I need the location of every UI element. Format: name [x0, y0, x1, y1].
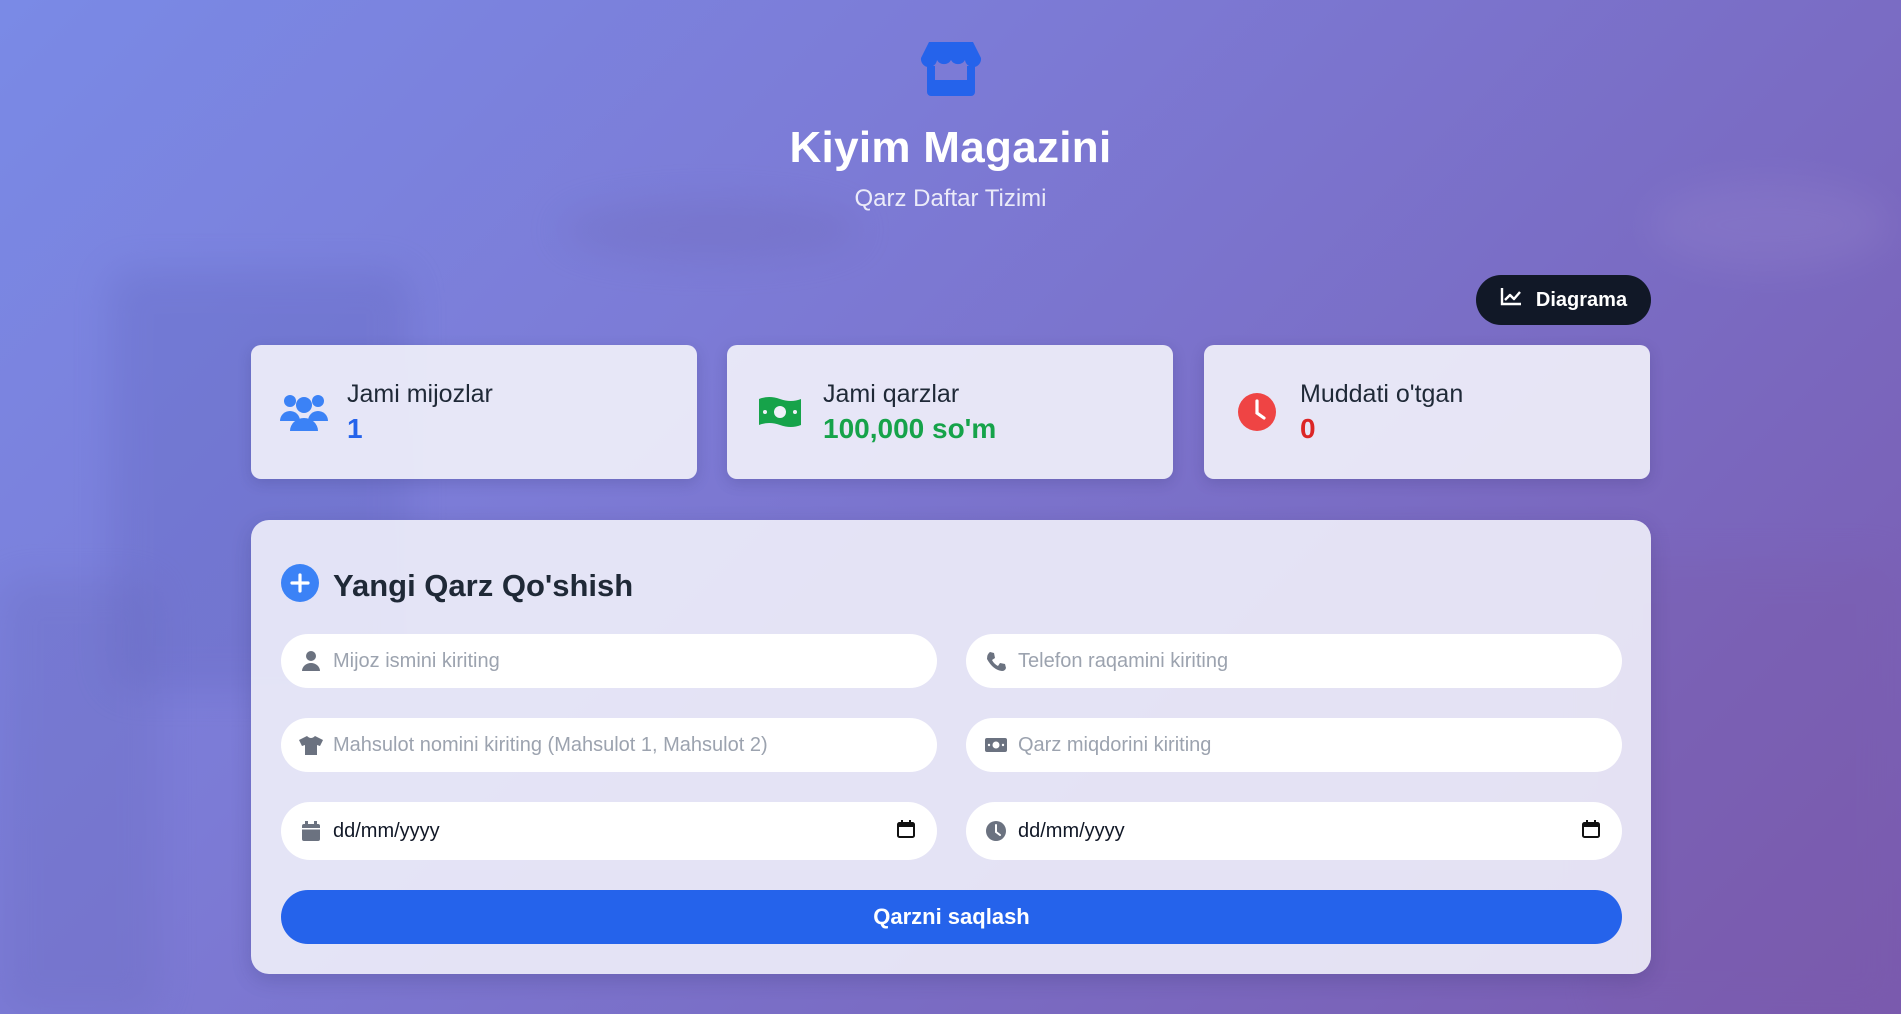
store-icon	[919, 36, 983, 100]
background-shape	[0, 580, 160, 1014]
date-value: dd/mm/yyyy	[333, 819, 440, 842]
page-header: Kiyim Magazini Qarz Daftar Tizimi	[0, 36, 1901, 213]
shirt-icon	[299, 735, 323, 755]
amount-input[interactable]: Qarz miqdorini kiriting	[966, 718, 1622, 772]
add-debt-form: Yangi Qarz Qo'shish Mijoz ismini kiritin…	[251, 520, 1651, 974]
stat-card-overdue: Muddati o'tgan 0	[1204, 345, 1650, 479]
product-input[interactable]: Mahsulot nomini kiriting (Mahsulot 1, Ma…	[281, 718, 937, 772]
phone-placeholder: Telefon raqamini kiriting	[1018, 649, 1229, 672]
diagram-button-label: Diagrama	[1535, 288, 1628, 311]
clock-icon	[1232, 392, 1282, 432]
date-input[interactable]: dd/mm/yyyy	[281, 802, 937, 860]
money-bill-icon	[755, 395, 805, 429]
stat-card-customers: Jami mijozlar 1	[251, 345, 697, 479]
stat-value: 100,000 so'm	[823, 412, 997, 444]
plus-circle-icon	[281, 564, 319, 607]
calendar-icon	[299, 821, 323, 841]
form-title: Yangi Qarz Qo'shish	[281, 564, 633, 607]
chart-line-icon	[1500, 287, 1522, 313]
calendar-picker-icon[interactable]	[897, 819, 915, 843]
stat-card-debts: Jami qarzlar 100,000 so'm	[727, 345, 1173, 479]
due-date-input[interactable]: dd/mm/yyyy	[966, 802, 1622, 860]
page-subtitle: Qarz Daftar Tizimi	[854, 185, 1047, 212]
form-title-text: Yangi Qarz Qo'shish	[333, 567, 634, 603]
diagram-button[interactable]: Diagrama	[1476, 275, 1651, 325]
stat-value: 0	[1300, 412, 1316, 444]
amount-placeholder: Qarz miqdorini kiriting	[1018, 733, 1212, 756]
user-icon	[299, 651, 323, 671]
customer-name-placeholder: Mijoz ismini kiriting	[333, 649, 500, 672]
product-placeholder: Mahsulot nomini kiriting (Mahsulot 1, Ma…	[333, 733, 768, 756]
stat-label: Muddati o'tgan	[1300, 379, 1464, 408]
page-title: Kiyim Magazini	[789, 123, 1112, 172]
stat-label: Jami mijozlar	[347, 379, 493, 408]
stat-label: Jami qarzlar	[823, 379, 960, 408]
stat-value: 1	[347, 412, 363, 444]
users-icon	[279, 391, 329, 433]
due-date-value: dd/mm/yyyy	[1018, 819, 1125, 842]
customer-name-input[interactable]: Mijoz ismini kiriting	[281, 634, 937, 688]
save-debt-button[interactable]: Qarzni saqlash	[281, 890, 1622, 944]
clock-icon	[984, 821, 1008, 841]
phone-input[interactable]: Telefon raqamini kiriting	[966, 634, 1622, 688]
money-bill-icon	[984, 737, 1008, 753]
phone-icon	[984, 651, 1008, 671]
calendar-picker-icon[interactable]	[1582, 819, 1600, 843]
